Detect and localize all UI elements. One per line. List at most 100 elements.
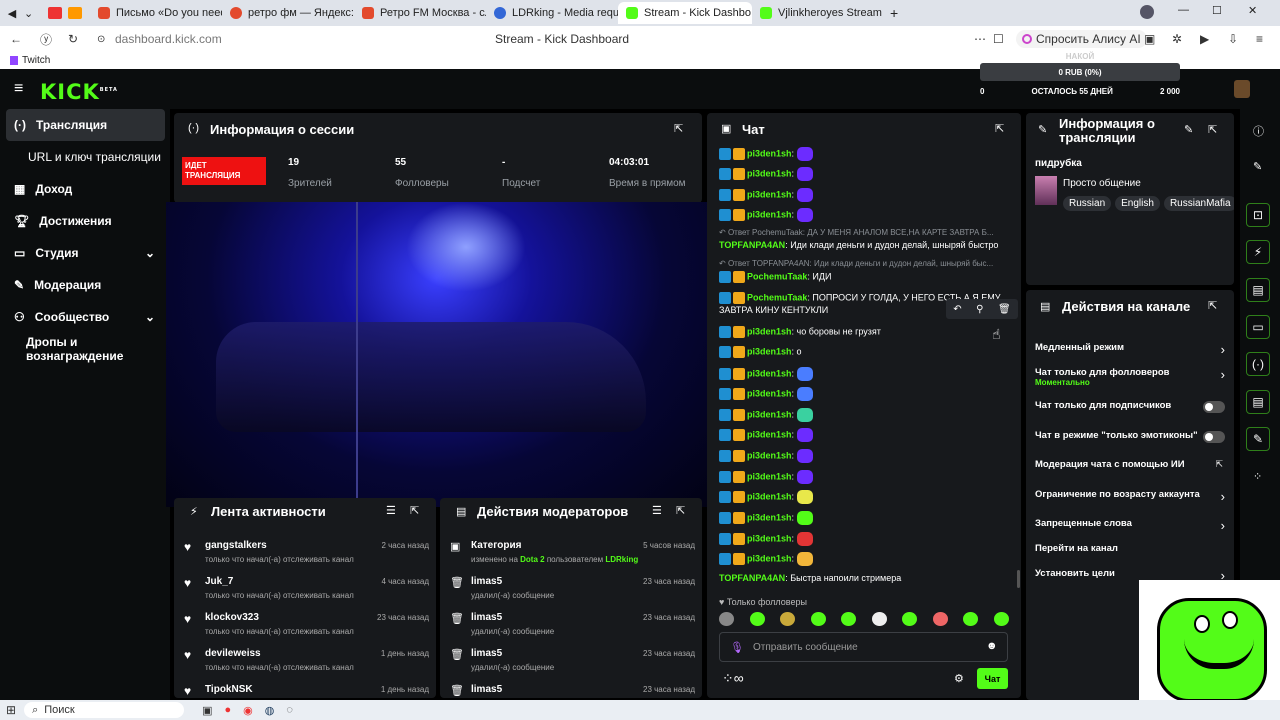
chat-username[interactable]: pi3den1sh <box>747 429 792 439</box>
stream-preview-video[interactable] <box>166 202 707 507</box>
quick-emote-icon[interactable] <box>810 612 826 626</box>
chat-username[interactable]: TOPFANPA4AN <box>719 240 785 250</box>
quick-emote-icon[interactable] <box>993 612 1009 626</box>
channel-action-row[interactable]: Модерация чата с помощью ИИ ⇱ <box>1035 459 1225 481</box>
chat-message[interactable]: pi3den1sh: о <box>719 346 802 358</box>
maximize-icon[interactable]: ☐ <box>1212 4 1222 17</box>
bookmark-twitch[interactable]: Twitch <box>22 55 50 66</box>
chat-message[interactable]: pi3den1sh: <box>719 408 813 422</box>
emoji-icon[interactable]: ☻ <box>986 640 998 652</box>
task-view-icon[interactable]: ▣ <box>202 704 212 717</box>
mod-action-row[interactable]: ▣ Категория изменено на Dota 2 пользовател… <box>450 538 695 570</box>
chat-username[interactable]: pi3den1sh <box>747 368 792 378</box>
windows-start-icon[interactable]: ⊞ <box>6 703 16 717</box>
chat-icon[interactable]: ▭ <box>1246 315 1270 339</box>
edit-icon[interactable]: ✎ <box>1184 123 1193 136</box>
sidebar-item-url-key[interactable]: URL и ключ трансляции <box>6 141 165 173</box>
category-highlight[interactable]: Dota 2 <box>520 555 544 564</box>
chat-reply-reference[interactable]: ↶ Ответ PochemuTaak: ДА У МЕНЯ АНАЛОМ ВС… <box>719 228 994 237</box>
settings-icon[interactable]: ⚙ <box>954 672 964 685</box>
tag[interactable]: RussianMafia <box>1163 196 1234 211</box>
hamburger-icon[interactable]: ≡ <box>14 80 23 98</box>
sidebar-item-revenue[interactable]: ▦ Доход <box>6 173 165 205</box>
chat-username[interactable]: pi3den1sh <box>747 326 792 336</box>
browser-tab[interactable]: Ретро FM Москва - слуша <box>354 2 486 24</box>
chat-message[interactable]: pi3den1sh: <box>719 188 813 202</box>
quick-emote-icon[interactable] <box>749 612 765 626</box>
quick-emote-icon[interactable] <box>963 612 979 626</box>
trash-icon[interactable]: 🗑︎ <box>998 304 1011 315</box>
chat-username[interactable]: pi3den1sh <box>747 512 792 522</box>
channel-action-row[interactable]: Перейти на канал <box>1035 543 1225 565</box>
quick-emote-icon[interactable] <box>841 612 857 626</box>
steam-icon[interactable]: ◍ <box>265 704 275 717</box>
tag[interactable]: English <box>1115 196 1160 211</box>
chat-username[interactable]: pi3den1sh <box>747 553 792 563</box>
quick-emote-icon[interactable] <box>719 612 734 626</box>
chat-message[interactable]: pi3den1sh: <box>719 490 813 504</box>
popout-icon[interactable]: ⇱ <box>1208 299 1217 312</box>
chat-username[interactable]: PochemuTaak <box>747 271 807 281</box>
lightning-icon[interactable]: ⚡︎ <box>1246 240 1270 264</box>
chat-username[interactable]: pi3den1sh <box>747 168 792 178</box>
sidebar-item-community[interactable]: ⚇ Сообщество ⌄ <box>6 301 165 333</box>
chat-username[interactable]: pi3den1sh <box>747 388 792 398</box>
chat-scrollbar[interactable] <box>1017 570 1020 588</box>
play-icon[interactable]: ▶ <box>1200 32 1209 46</box>
chat-message[interactable]: pi3den1sh: <box>719 470 813 484</box>
chat-username[interactable]: pi3den1sh <box>747 409 792 419</box>
menu-icon[interactable]: ≡ <box>1256 32 1263 46</box>
minimize-icon[interactable]: — <box>1178 4 1189 16</box>
pinned-tab-icon[interactable] <box>68 7 82 19</box>
chat-username[interactable]: pi3den1sh <box>747 346 792 356</box>
activity-row[interactable]: ♥ gangstalkers только что начал(-а) отслеж… <box>184 538 429 570</box>
pinned-tab-icon[interactable] <box>48 7 62 19</box>
extension-icon[interactable]: ▣ <box>1144 32 1155 46</box>
sidebar-item-moderation[interactable]: ✎ Модерация <box>6 269 165 301</box>
chat-message[interactable]: pi3den1sh: <box>719 387 813 401</box>
mod-action-row[interactable]: 🗑︎ limas5 удалил(-а) сообщение 23 часа наза… <box>450 610 695 642</box>
quick-emote-icon[interactable] <box>902 612 918 626</box>
url-text[interactable]: dashboard.kick.com <box>115 32 222 46</box>
chat-username[interactable]: pi3den1sh <box>747 533 792 543</box>
filter-icon[interactable]: ☰ <box>386 504 396 517</box>
browser-tab[interactable]: Письмо «Do you need to m <box>90 2 222 24</box>
channel-action-row[interactable]: Ограничение по возрасту аккаунта › <box>1035 489 1225 511</box>
sidebar-item-achievements[interactable]: 🏆︎ Достижения <box>6 205 165 237</box>
channel-action-row[interactable]: Запрещенные слова › <box>1035 518 1225 540</box>
reload-icon[interactable]: ↻ <box>68 32 78 46</box>
alice-button[interactable]: Спросить Алису AI <box>1016 30 1147 48</box>
yandex-browser-icon[interactable]: ◉ <box>243 704 253 717</box>
chat-message[interactable]: pi3den1sh: <box>719 449 813 463</box>
app-icon[interactable]: ◌ <box>286 704 293 716</box>
download-icon[interactable]: ⇩ <box>1228 32 1238 46</box>
yandex-logo-icon[interactable]: ⓨ <box>40 31 52 48</box>
wrench-icon[interactable]: ✎ <box>1246 427 1270 451</box>
chat-username[interactable]: TOPFANPA4AN <box>719 573 785 583</box>
mod-action-row[interactable]: 🗑︎ limas5 удалил(-а) сообщение 23 часа наза… <box>450 646 695 678</box>
chat-message[interactable]: TOPFANPA4AN: Иди клади деньги и дудон де… <box>719 240 998 250</box>
channel-action-row[interactable]: Чат только для подписчиков <box>1035 400 1225 422</box>
chat-message[interactable]: ЗАВТРА КИНУ КЕНТУКЛИ <box>719 305 828 315</box>
mod-action-row[interactable]: 🗑︎ limas5 23 часа назад <box>450 682 695 698</box>
tabs-dropdown-icon[interactable]: ⌄ <box>24 7 42 20</box>
popout-icon[interactable]: ⇱ <box>995 122 1004 135</box>
more-icon[interactable]: ⋯ <box>974 32 986 46</box>
infinity-icon[interactable]: ⁘∞ <box>722 670 744 687</box>
yandex-app-icon[interactable]: ● <box>224 704 231 716</box>
taskbar-search[interactable]: ⌕ Поиск <box>24 702 185 718</box>
chat-username[interactable]: pi3den1sh <box>747 189 792 199</box>
extension-icon[interactable]: ✲ <box>1172 32 1182 46</box>
chat-message[interactable]: pi3den1sh: чо боровы не грузят <box>719 326 881 338</box>
activity-row[interactable]: ♥ klockov323 только что начал(-а) отслежив… <box>184 610 429 642</box>
dots-icon[interactable]: ⁘ <box>1253 470 1262 483</box>
sidebar-item-studio[interactable]: ▭ Студия ⌄ <box>6 237 165 269</box>
clipboard-icon[interactable]: ▤ <box>1246 390 1270 414</box>
profile-avatar[interactable] <box>1140 5 1154 19</box>
speaker-icon[interactable]: ◀ <box>0 7 24 20</box>
chat-message[interactable]: pi3den1sh: <box>719 147 813 161</box>
bookmark-icon[interactable]: ☐ <box>993 32 1004 46</box>
browser-tab[interactable]: LDRking - Media requ◀ ✕ <box>486 2 618 24</box>
chat-message[interactable]: TOPFANPA4AN: Быстра напоили стримера <box>719 573 901 583</box>
microphone-icon[interactable]: 🎙︎ <box>730 641 744 654</box>
